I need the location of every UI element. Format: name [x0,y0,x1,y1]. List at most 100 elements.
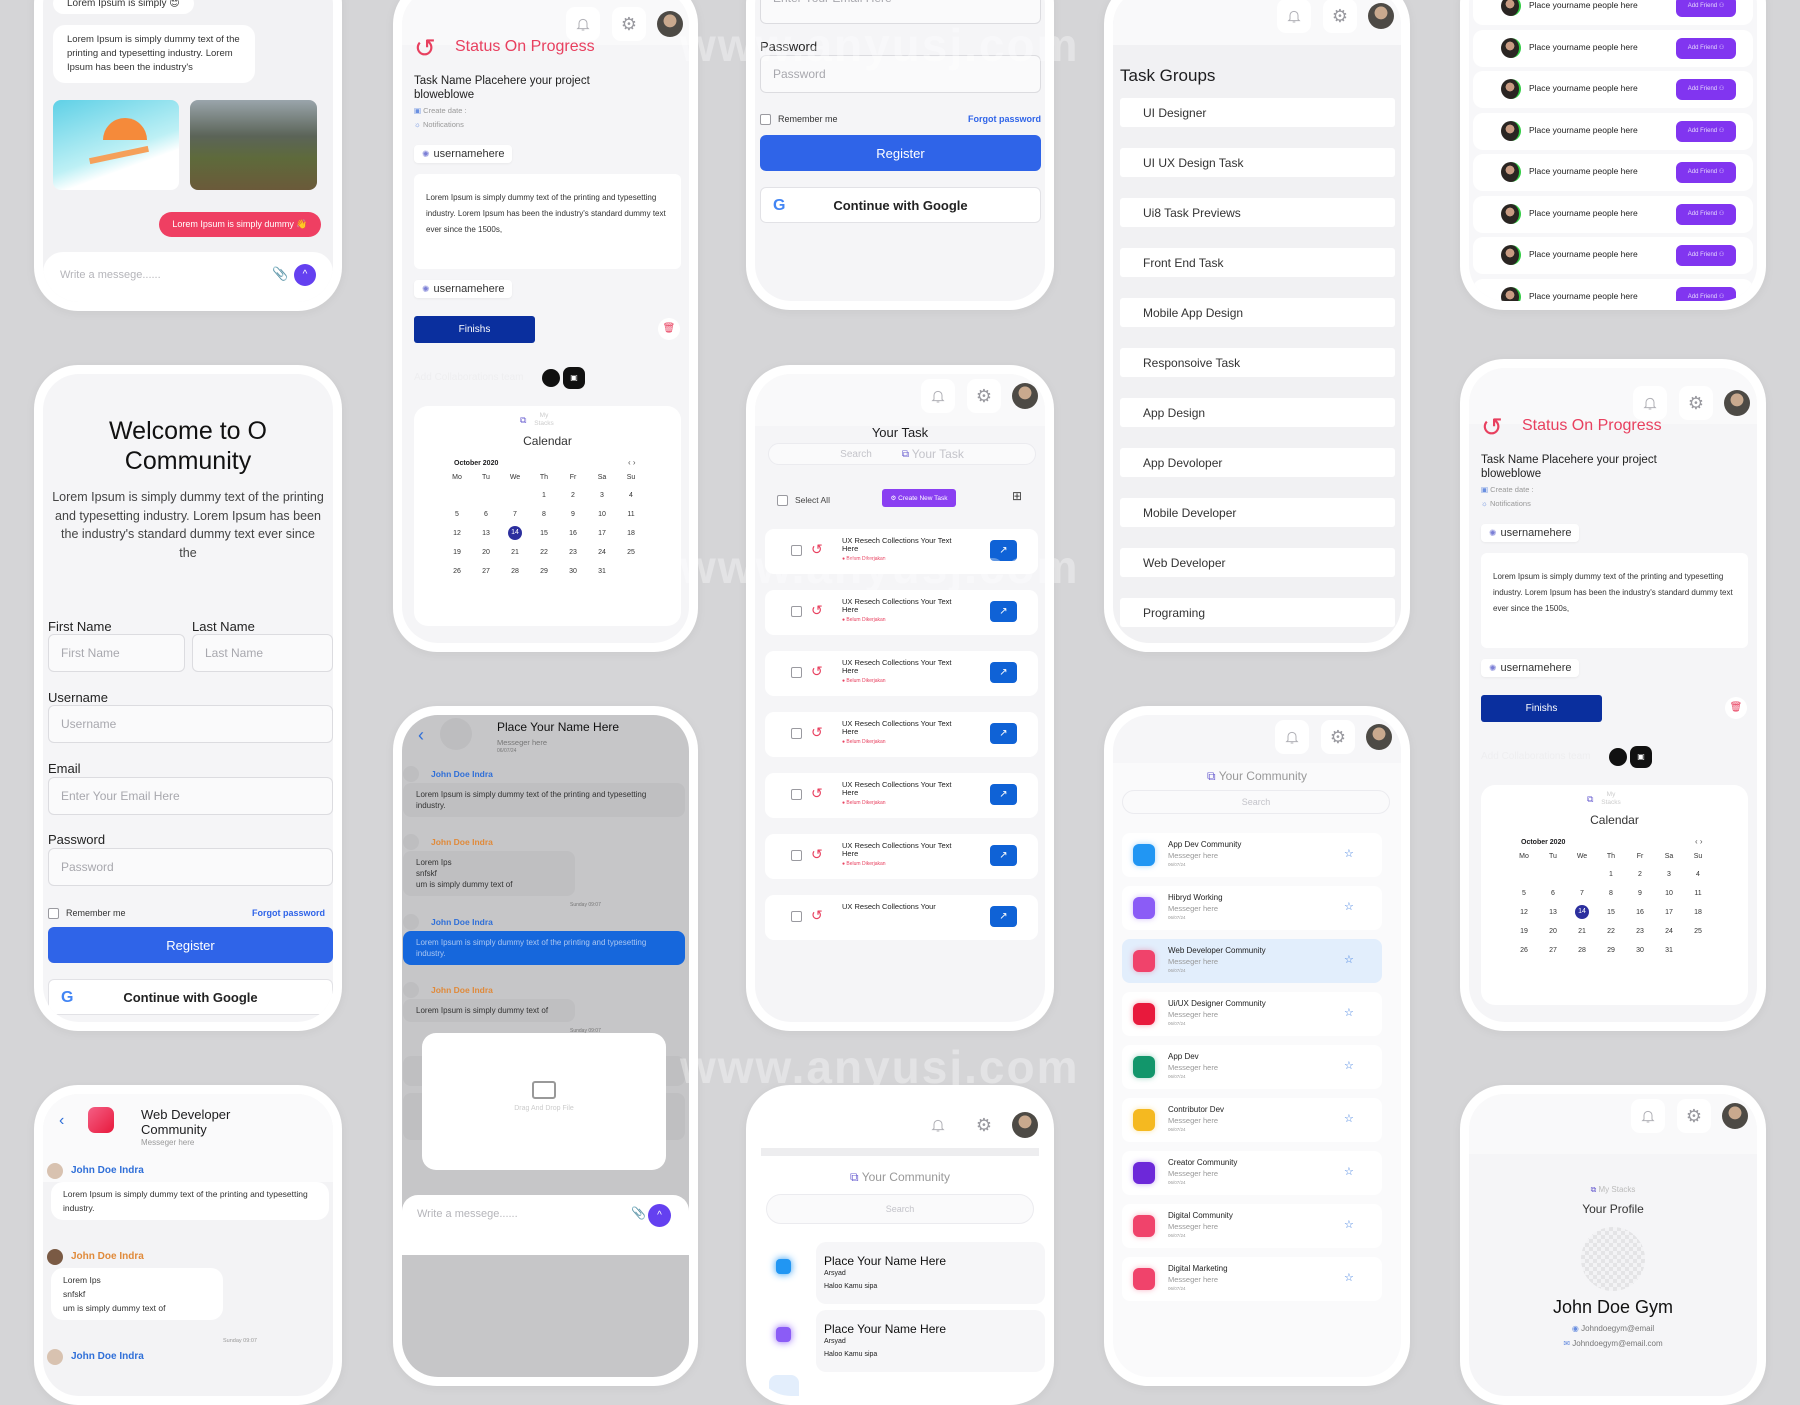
calendar-day[interactable]: 2 [1630,871,1650,878]
task-row[interactable]: ↺ UX Resech Collections Your Text Here ● B… [765,834,1038,879]
profile-avatar[interactable] [1581,1227,1645,1291]
task-group-item[interactable]: Ui8 Task Previews [1120,198,1395,227]
add-friend-button[interactable]: Add Friend ⚇ [1676,245,1736,266]
calendar-day[interactable]: 10 [592,511,612,518]
search-input[interactable]: Search [766,1194,1034,1224]
task-group-item[interactable]: App Design [1120,398,1395,427]
calendar-day[interactable]: 20 [476,549,496,556]
calendar-nav[interactable]: ‹ › [1695,837,1703,846]
paperclip-icon[interactable]: 📎 [631,1206,646,1220]
task-checkbox[interactable] [791,728,802,739]
add-friend-button[interactable]: Add Friend ⚇ [1676,120,1736,142]
add-friend-button[interactable]: Add Friend ⚇ [1676,0,1736,17]
user-avatar[interactable] [1368,3,1394,29]
calendar-day[interactable]: 21 [505,549,525,556]
star-icon[interactable]: ☆ [1344,1218,1354,1231]
calendar-day[interactable]: 13 [1543,909,1563,916]
calendar-day[interactable]: 17 [592,530,612,537]
calendar-day[interactable]: 12 [1514,909,1534,916]
username-chip[interactable]: ✺ usernamehere [1481,659,1580,677]
calendar-day[interactable]: 27 [476,568,496,575]
user-avatar[interactable] [1012,1112,1038,1138]
add-friend-button[interactable]: Add Friend ⚇ [1676,37,1736,59]
calendar-day[interactable]: 5 [1514,890,1534,897]
calendar-day[interactable]: 4 [1688,871,1708,878]
star-icon[interactable]: ☆ [1344,953,1354,966]
calendar-day-selected[interactable]: 14 [508,526,522,540]
calendar-day[interactable]: 24 [592,549,612,556]
username-chip[interactable]: ✺ usernamehere [414,280,513,298]
calendar-day[interactable]: 24 [1659,928,1679,935]
message-input[interactable]: Write a messege...... [60,269,161,281]
star-icon[interactable]: ☆ [1344,1059,1354,1072]
add-friend-button[interactable]: Add Friend ⚇ [1676,286,1736,301]
settings-button[interactable]: ⚙ [1321,720,1355,754]
calendar-day[interactable]: 18 [1688,909,1708,916]
calendar-day[interactable]: 31 [1659,947,1679,954]
calendar-day[interactable]: 28 [505,568,525,575]
paperclip-icon[interactable]: 📎 [272,266,288,282]
calendar-day[interactable]: 19 [1514,928,1534,935]
calendar-day[interactable]: 12 [447,530,467,537]
add-collaborator-button[interactable] [542,369,560,387]
open-task-button[interactable]: ↗ [990,662,1017,683]
back-chevron-icon[interactable]: ‹ [418,725,424,746]
send-button[interactable]: ^ [294,264,316,286]
open-task-button[interactable]: ↗ [990,540,1017,561]
notifications-button[interactable] [1275,720,1309,754]
open-task-button[interactable]: ↗ [990,601,1017,622]
calendar-day[interactable]: 5 [447,511,467,518]
calendar-day[interactable]: 22 [1601,928,1621,935]
calendar-day[interactable]: 9 [563,511,583,518]
task-checkbox[interactable] [791,789,802,800]
community-item[interactable]: Web Developer Community Messeger here 06/0… [1122,939,1382,983]
calendar-day[interactable]: 1 [1601,871,1621,878]
message-input[interactable]: Write a messege...... [417,1208,518,1220]
add-friend-button[interactable]: Add Friend ⚇ [1676,162,1736,183]
first-name-input[interactable]: First Name [48,634,185,672]
remember-me-checkbox[interactable] [48,908,59,919]
calendar-day[interactable]: 8 [534,511,554,518]
google-signin-button[interactable]: G Continue with Google [48,979,333,1015]
back-chevron-icon[interactable]: ‹ [59,1112,64,1130]
calendar-day-selected[interactable]: 14 [1575,905,1589,919]
task-group-item[interactable]: Responsoive Task [1120,348,1395,377]
email-input[interactable]: Enter Your Email Here [760,0,1041,24]
user-avatar[interactable] [657,11,683,37]
notifications-button[interactable] [921,1108,955,1142]
task-group-item[interactable]: UI Designer [1120,98,1395,127]
notifications-button[interactable] [1277,0,1311,33]
star-icon[interactable]: ☆ [1344,900,1354,913]
search-input[interactable]: Search ⧉ Your Task [768,443,1036,465]
user-avatar[interactable] [1722,1103,1748,1129]
task-checkbox[interactable] [791,606,802,617]
user-avatar[interactable] [1012,383,1038,409]
calendar-day[interactable]: 16 [1630,909,1650,916]
remember-me-checkbox[interactable] [760,114,771,125]
username-chip[interactable]: ✺ usernamehere [1481,524,1580,542]
file-dropzone[interactable]: Drag And Drop File [422,1033,666,1170]
task-row[interactable]: ↺ UX Resech Collections Your Text Here ● B… [765,651,1038,696]
calendar-day[interactable]: 27 [1543,947,1563,954]
calendar-day[interactable]: 23 [1630,928,1650,935]
calendar-day[interactable]: 8 [1601,890,1621,897]
community-item[interactable]: App Dev Messeger here 06/07/24 ☆ [1122,1045,1382,1089]
community-item[interactable]: Digital Marketing Messeger here 06/07/24 ☆ [1122,1257,1382,1301]
calendar-day[interactable]: 17 [1659,909,1679,916]
calendar-day[interactable]: 6 [476,511,496,518]
grid-view-icon[interactable]: ⊞ [1012,489,1022,503]
add-collaborator-button[interactable] [1609,748,1627,766]
calendar-day[interactable]: 28 [1572,947,1592,954]
task-group-item[interactable]: Web Developer [1120,548,1395,577]
calendar-day[interactable]: 26 [1514,947,1534,954]
settings-button[interactable]: ⚙ [612,7,646,41]
community-row[interactable]: Place Your Name Here Arsyad Haloo Kamu sip… [816,1310,1045,1372]
notifications-button[interactable] [1633,386,1667,420]
calendar-day[interactable]: 11 [1688,890,1708,897]
community-item[interactable]: App Dev Community Messeger here 06/07/24 ☆ [1122,833,1382,877]
chat-image-landscape[interactable] [190,100,317,190]
friend-avatar[interactable] [1501,0,1521,16]
calendar-day[interactable]: 15 [1601,909,1621,916]
calendar-day[interactable]: 25 [621,549,641,556]
finish-button[interactable]: Finishs [1481,695,1602,722]
